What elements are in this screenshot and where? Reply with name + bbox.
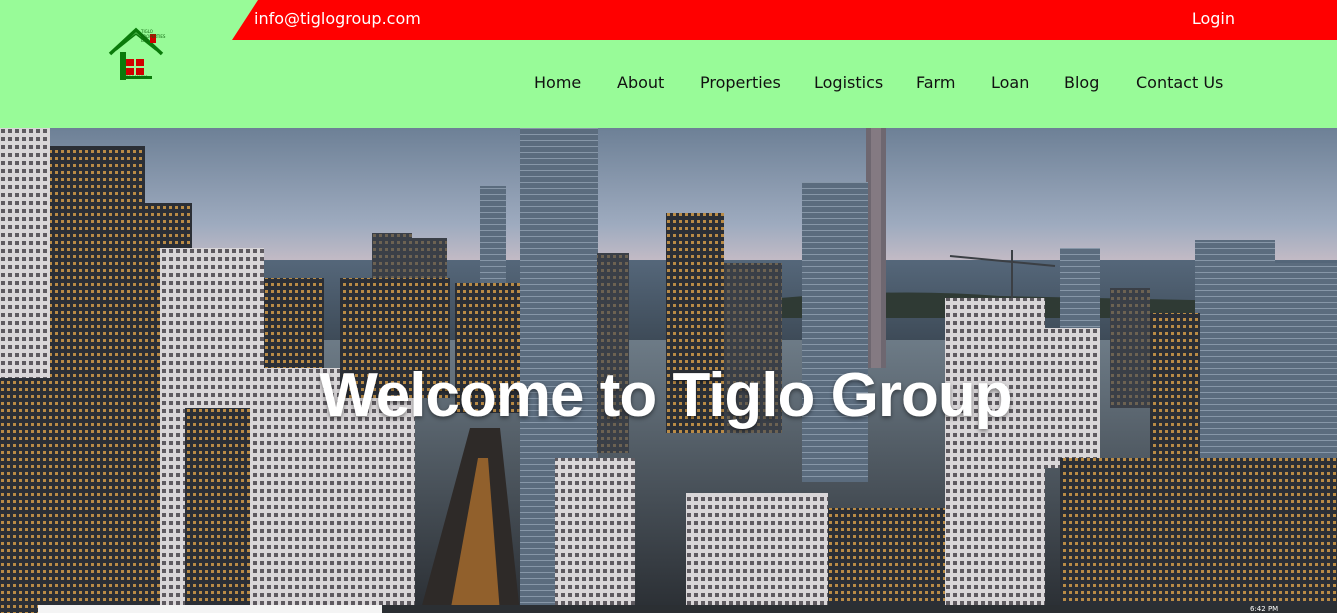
nav-item-about[interactable]: About	[617, 73, 664, 92]
nav-item-properties[interactable]: Properties	[700, 73, 781, 92]
logo-line-3: LTD.	[141, 38, 150, 44]
login-link[interactable]: Login	[1192, 9, 1235, 28]
taskbar-strip	[382, 605, 1337, 613]
nav-item-farm[interactable]: Farm	[916, 73, 955, 92]
hero-banner: Welcome to Tiglo Group	[0, 128, 1337, 613]
nav-item-home[interactable]: Home	[534, 73, 581, 92]
email-link[interactable]: info@tiglogroup.com	[254, 9, 421, 28]
nav-item-blog[interactable]: Blog	[1064, 73, 1099, 92]
logo-text: TIGLO PROPERTIES LTD.	[141, 29, 181, 44]
hero-title: Welcome to Tiglo Group	[319, 361, 1012, 430]
nav-item-logistics[interactable]: Logistics	[814, 73, 883, 92]
nav-item-loan[interactable]: Loan	[991, 73, 1029, 92]
bottom-preview-strip	[38, 605, 382, 613]
site-header: info@tiglogroup.com Login TIGLO PROPERTI…	[0, 0, 1337, 128]
nav-item-contact-us[interactable]: Contact Us	[1136, 73, 1223, 92]
main-nav: Home About Properties Logistics Farm Loa…	[0, 73, 1337, 97]
taskbar-clock: 6:42 PM	[1250, 605, 1279, 613]
